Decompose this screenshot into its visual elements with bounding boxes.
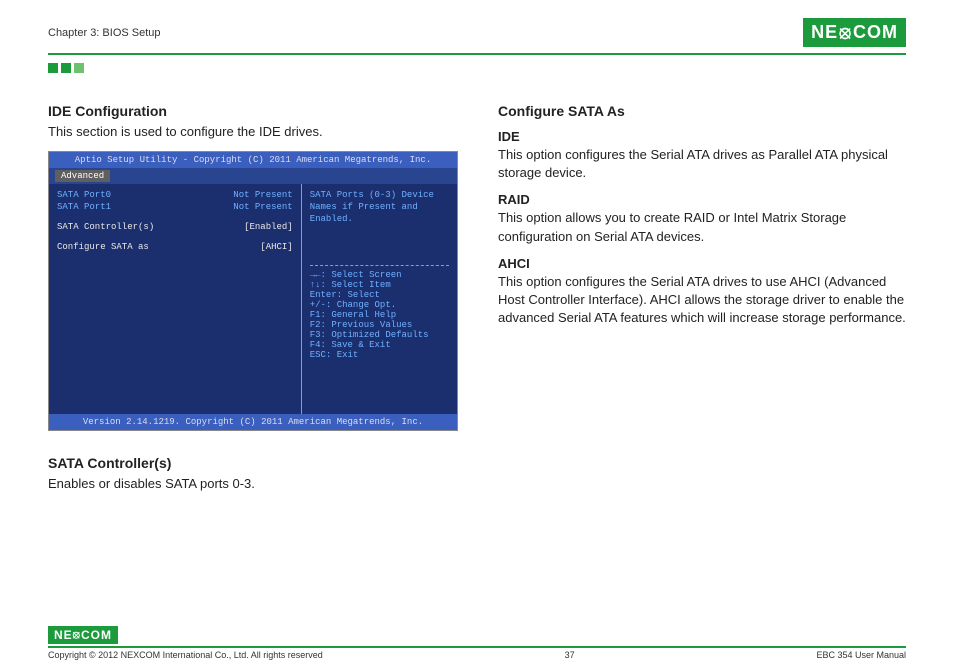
configure-sata-heading: Configure SATA As bbox=[498, 103, 906, 119]
ahci-subheading: AHCI bbox=[498, 256, 906, 271]
page-number: 37 bbox=[565, 650, 575, 660]
page-footer: NE⦻COM Copyright © 2012 NEXCOM Internati… bbox=[48, 626, 906, 660]
square-icon bbox=[48, 63, 58, 73]
square-icon bbox=[61, 63, 71, 73]
bios-row: Configure SATA as[AHCI] bbox=[57, 242, 293, 252]
bios-help-text: SATA Ports (0-3) Device Names if Present… bbox=[310, 190, 449, 225]
bios-key-help: ↑↓: Select Item bbox=[310, 280, 449, 290]
decorative-squares bbox=[48, 63, 906, 73]
ide-config-desc: This section is used to configure the ID… bbox=[48, 123, 458, 141]
bios-key-help: F1: General Help bbox=[310, 310, 449, 320]
bios-key-help: +/-: Change Opt. bbox=[310, 300, 449, 310]
bios-key-help: F2: Previous Values bbox=[310, 320, 449, 330]
bios-screenshot: Aptio Setup Utility - Copyright (C) 2011… bbox=[48, 151, 458, 431]
bios-key-help: →←: Select Screen bbox=[310, 270, 449, 280]
bios-key-help: ESC: Exit bbox=[310, 350, 449, 360]
bios-key-help: F4: Save & Exit bbox=[310, 340, 449, 350]
sata-controllers-heading: SATA Controller(s) bbox=[48, 455, 458, 471]
bios-title-bar: Aptio Setup Utility - Copyright (C) 2011… bbox=[49, 152, 457, 168]
nexcom-logo: NE⦻COM bbox=[803, 18, 906, 47]
chapter-label: Chapter 3: BIOS Setup bbox=[48, 27, 161, 39]
bios-tab-bar: Advanced bbox=[49, 168, 457, 184]
left-column: IDE Configuration This section is used t… bbox=[48, 103, 458, 503]
bios-left-pane: SATA Port0Not Present SATA Port1Not Pres… bbox=[49, 184, 302, 414]
logo-x-icon: ⦻ bbox=[839, 22, 852, 43]
copyright-text: Copyright © 2012 NEXCOM International Co… bbox=[48, 650, 323, 660]
bios-tab-advanced: Advanced bbox=[55, 170, 110, 182]
ahci-desc: This option configures the Serial ATA dr… bbox=[498, 273, 906, 328]
page-header: Chapter 3: BIOS Setup NE⦻COM bbox=[48, 18, 906, 55]
bios-row: SATA Port0Not Present bbox=[57, 190, 293, 200]
ide-desc: This option configures the Serial ATA dr… bbox=[498, 146, 906, 182]
square-icon bbox=[74, 63, 84, 73]
ide-config-heading: IDE Configuration bbox=[48, 103, 458, 119]
sata-controllers-desc: Enables or disables SATA ports 0-3. bbox=[48, 475, 458, 493]
logo-x-icon: ⦻ bbox=[73, 629, 81, 642]
raid-subheading: RAID bbox=[498, 192, 906, 207]
bios-key-help: Enter: Select bbox=[310, 290, 449, 300]
bios-footer-bar: Version 2.14.1219. Copyright (C) 2011 Am… bbox=[49, 414, 457, 430]
right-column: Configure SATA As IDE This option config… bbox=[498, 103, 906, 503]
nexcom-logo-small: NE⦻COM bbox=[48, 626, 118, 644]
manual-name: EBC 354 User Manual bbox=[816, 650, 906, 660]
bios-right-pane: SATA Ports (0-3) Device Names if Present… bbox=[302, 184, 457, 414]
bios-row: SATA Port1Not Present bbox=[57, 202, 293, 212]
raid-desc: This option allows you to create RAID or… bbox=[498, 209, 906, 245]
bios-key-help: F3: Optimized Defaults bbox=[310, 330, 449, 340]
bios-row: SATA Controller(s)[Enabled] bbox=[57, 222, 293, 232]
ide-subheading: IDE bbox=[498, 129, 906, 144]
